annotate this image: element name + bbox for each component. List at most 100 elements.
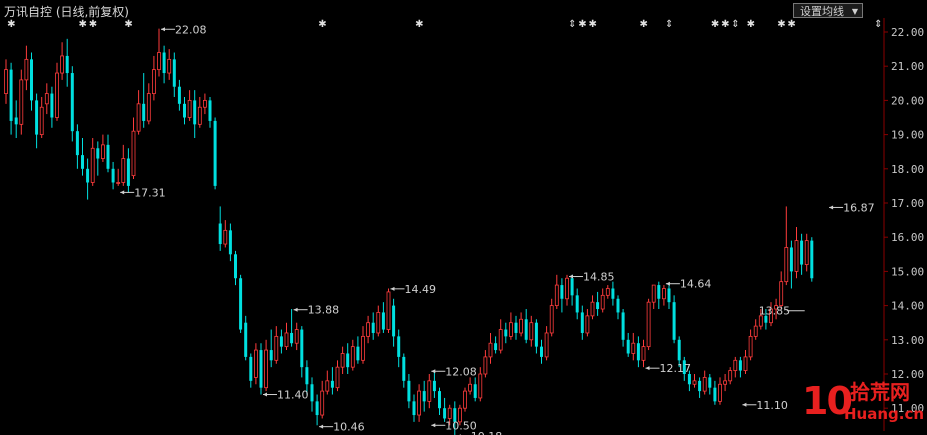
candle-body — [738, 360, 742, 371]
candle — [253, 343, 258, 385]
event-marker-icon: ✱ — [415, 19, 423, 30]
candle — [70, 66, 74, 142]
candle — [290, 309, 294, 347]
candle-body — [443, 408, 447, 419]
candle-body — [723, 380, 727, 385]
candle-body — [106, 144, 110, 169]
candle-body — [519, 318, 523, 334]
candle — [14, 100, 18, 139]
candle-body — [804, 240, 809, 265]
candle — [392, 298, 396, 347]
annotation-arrow-icon — [319, 424, 324, 429]
candle-body — [208, 100, 212, 121]
candle — [575, 288, 579, 320]
candle-body — [432, 380, 436, 392]
candle — [641, 339, 646, 368]
kline-chart[interactable]: 22.00 21.00 20.00 19.00 18.00 17.00 16.00 15.00… — [0, 0, 927, 435]
candle — [748, 329, 753, 361]
candle-body — [554, 284, 559, 306]
candle-body — [361, 335, 365, 361]
candle-body — [789, 247, 793, 272]
price-annotations: 22.0817.3113.8811.4010.4614.4912.0810.50… — [120, 23, 875, 435]
event-marker-icon: ✱ — [318, 19, 326, 30]
candle — [549, 298, 554, 337]
candle — [366, 315, 371, 344]
candle — [636, 336, 640, 368]
candle-body — [417, 390, 422, 416]
candle — [514, 315, 518, 340]
candle-body — [244, 322, 248, 357]
candle — [728, 367, 733, 385]
event-marker-icon: ✱ — [79, 19, 87, 30]
candle-body — [90, 147, 95, 183]
candle-body — [239, 278, 243, 330]
candle-body — [636, 343, 640, 361]
candle — [667, 285, 671, 310]
candle-body — [376, 312, 381, 334]
annotation-label: 11.40 — [277, 389, 309, 402]
event-markers: ✱ ✱ ✱ ✱ ✱ ✱ ⇕ ✱ ✱ ✱ ⇕ ✱ ✱ ⇕ ✱ ✱ ✱ ⇕ — [7, 19, 882, 30]
candle — [600, 288, 605, 313]
candle — [60, 42, 64, 80]
candle — [508, 312, 513, 340]
candle-body — [651, 284, 656, 303]
candle-body — [692, 380, 697, 385]
candle — [596, 291, 600, 316]
candle — [320, 380, 325, 419]
candle — [397, 329, 401, 368]
annotation-label: 14.49 — [405, 283, 437, 296]
candle-body — [14, 117, 18, 125]
annotation-label: 16.87 — [843, 201, 875, 214]
price-annotation: 13.88 — [293, 304, 340, 317]
candle-body — [540, 346, 543, 357]
candle-body — [249, 356, 253, 381]
annotation-label: 13.88 — [308, 304, 340, 317]
price-annotation: 14.64 — [665, 278, 711, 291]
candle-body — [202, 100, 207, 108]
price-annotation: 16.87 — [829, 201, 875, 214]
candle-body — [371, 322, 375, 333]
candle-body — [784, 247, 789, 283]
candle — [96, 141, 100, 176]
candle-body — [126, 158, 130, 186]
candle-body — [514, 322, 518, 333]
candle-body — [346, 353, 350, 368]
candle — [284, 322, 289, 351]
candle — [146, 83, 151, 125]
candle — [223, 220, 228, 248]
candle-body — [565, 277, 569, 300]
candle — [335, 360, 340, 392]
candle — [402, 353, 406, 388]
y-tick-label: 13.00 — [891, 334, 924, 347]
candle — [208, 96, 212, 128]
candle — [616, 295, 620, 320]
candle-body — [534, 322, 538, 347]
y-tick-label: 15.00 — [891, 265, 924, 278]
candle-body — [213, 120, 217, 186]
candle-body — [800, 240, 804, 265]
candle-body — [218, 223, 222, 245]
candle — [234, 250, 237, 286]
candle-body — [183, 103, 186, 118]
candle-body — [702, 377, 707, 392]
event-marker-icon: ⇕ — [568, 19, 576, 30]
candle-body — [580, 312, 584, 333]
candle-body — [386, 291, 391, 330]
candle-body — [631, 342, 636, 354]
price-axis: 22.00 21.00 20.00 19.00 18.00 17.00 16.00 15.00… — [883, 18, 924, 431]
moving-average-settings-button[interactable]: 设置均线 ▼ — [793, 3, 863, 18]
candle-body — [468, 383, 473, 392]
candle — [371, 312, 375, 340]
candle — [544, 326, 549, 361]
candle — [44, 83, 49, 115]
annotation-arrow-icon — [665, 281, 670, 286]
candle — [172, 52, 176, 97]
candle — [39, 96, 44, 139]
event-marker-icon: ✱ — [711, 19, 719, 30]
candle-body — [24, 58, 29, 81]
candle — [646, 298, 651, 351]
candle — [540, 339, 543, 364]
annotation-label: 10.18 — [471, 430, 503, 435]
candle-body — [269, 350, 273, 361]
candle — [50, 86, 54, 128]
